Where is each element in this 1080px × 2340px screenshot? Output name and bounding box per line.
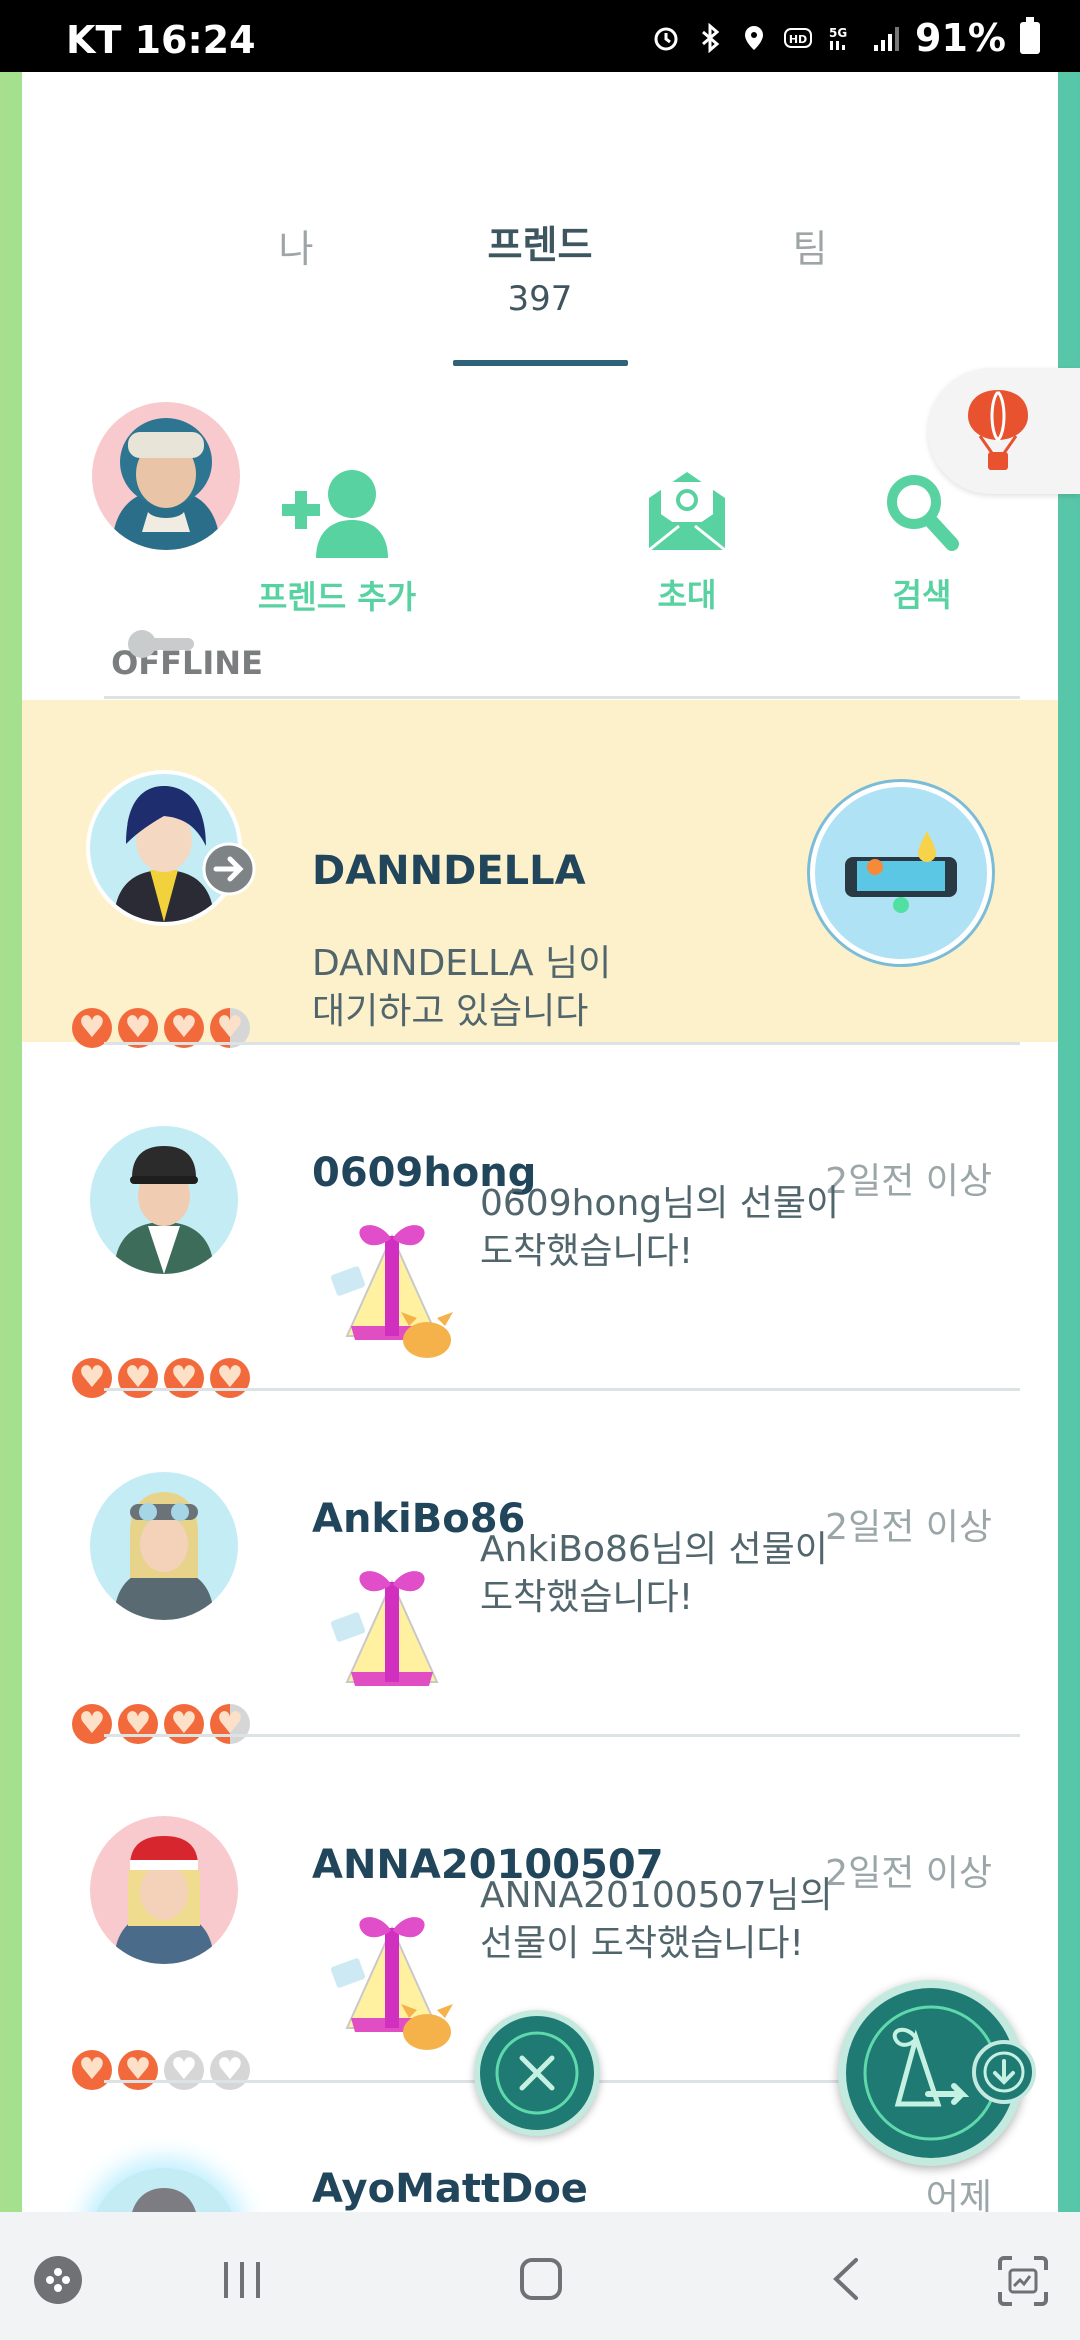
- download-arrow-icon: [983, 2051, 1025, 2093]
- battery-percent: 91%: [915, 16, 1006, 60]
- battery-icon: [1020, 17, 1040, 54]
- signal-bars-icon: [874, 27, 900, 51]
- home-icon[interactable]: [518, 2256, 564, 2302]
- friend-avatar: [90, 2168, 238, 2212]
- add-friend-icon: [282, 470, 388, 558]
- signal-5g-icon: 5G: [829, 26, 847, 50]
- download-badge[interactable]: [972, 2040, 1036, 2104]
- tab-friends[interactable]: 프렌드 397: [440, 214, 640, 319]
- friend-avatar: [90, 1126, 238, 1274]
- add-friend-button[interactable]: 프렌드 추가: [212, 462, 462, 618]
- friend-message: DANNDELLA 님이 대기하고 있습니다: [312, 943, 612, 1032]
- invite-envelope-icon: [648, 472, 726, 552]
- friend-row[interactable]: AnkiBo86 2일전 이상 AnkiBo86님의 선물이 도착했습니다!: [22, 1392, 1058, 1744]
- screenshot-capture-icon[interactable]: [996, 2254, 1050, 2308]
- invite-button[interactable]: 초대: [582, 468, 792, 616]
- location-icon: [745, 26, 764, 50]
- tab-team[interactable]: 팀: [760, 218, 860, 273]
- tab-me[interactable]: 나: [246, 218, 346, 273]
- friend-name: AyoMattDoe: [312, 2166, 588, 2212]
- friends-panel: 나 프렌드 397 팀 OFFLINE 프렌드 추가 초대 검색 ♥ ♥ ♥ ♥…: [22, 72, 1058, 2212]
- last-interaction-time: 어제: [925, 2177, 992, 2212]
- friend-row[interactable]: DANNDELLA DANNDELLA 님이 대기하고 있습니다: [22, 700, 1058, 1048]
- rocket-balloon-icon: [968, 390, 1028, 470]
- balloon-button[interactable]: [928, 368, 1080, 494]
- arrow-badge-icon: [202, 842, 256, 896]
- game-launcher-icon[interactable]: [30, 2252, 86, 2308]
- svg-text:5G: 5G: [829, 26, 847, 40]
- close-button[interactable]: [474, 2010, 600, 2136]
- online-toggle[interactable]: [126, 626, 198, 662]
- tab-friends-label: 프렌드: [487, 223, 593, 267]
- search-label: 검색: [892, 576, 952, 614]
- tab-underline: [453, 360, 628, 366]
- recent-apps-icon[interactable]: [218, 2258, 268, 2302]
- row-divider: [104, 1042, 1020, 1045]
- battle-button[interactable]: [810, 782, 992, 964]
- friend-row[interactable]: 0609hong 2일전 이상 0609hong님의 선물이 도착했습니다!: [22, 1046, 1058, 1398]
- svg-text:HD: HD: [789, 33, 807, 46]
- friend-message: ANNA20100507님의 선물이 도착했습니다!: [480, 1875, 833, 1964]
- carrier-time: KT 16:24: [66, 18, 256, 62]
- system-nav-bar: [0, 2212, 1080, 2340]
- status-bar: KT 16:24 HD 5G 91%: [0, 0, 1080, 72]
- gift-icon: [330, 1225, 453, 1358]
- alarm-icon: [654, 27, 678, 51]
- hd-icon: HD: [784, 28, 813, 48]
- bluetooth-icon: [702, 23, 720, 53]
- friend-name: DANNDELLA: [312, 848, 586, 894]
- friend-avatar: [90, 1472, 238, 1620]
- back-icon[interactable]: [826, 2254, 866, 2304]
- friend-count: 397: [507, 279, 573, 319]
- header-divider: [104, 696, 1020, 699]
- row-divider: [104, 1388, 1020, 1391]
- close-icon: [495, 2031, 579, 2115]
- invite-label: 초대: [657, 576, 717, 614]
- search-icon: [887, 475, 959, 551]
- friend-message: 0609hong님의 선물이 도착했습니다!: [480, 1183, 840, 1272]
- gift-icon: [330, 1917, 453, 2050]
- add-friend-label: 프렌드 추가: [257, 578, 417, 616]
- friend-message: AnkiBo86님의 선물이 도착했습니다!: [480, 1529, 828, 1618]
- gift-icon: [330, 1571, 439, 1686]
- battle-game-icon: [845, 831, 957, 913]
- row-divider: [104, 1734, 1020, 1737]
- friend-avatar: [90, 1816, 238, 1964]
